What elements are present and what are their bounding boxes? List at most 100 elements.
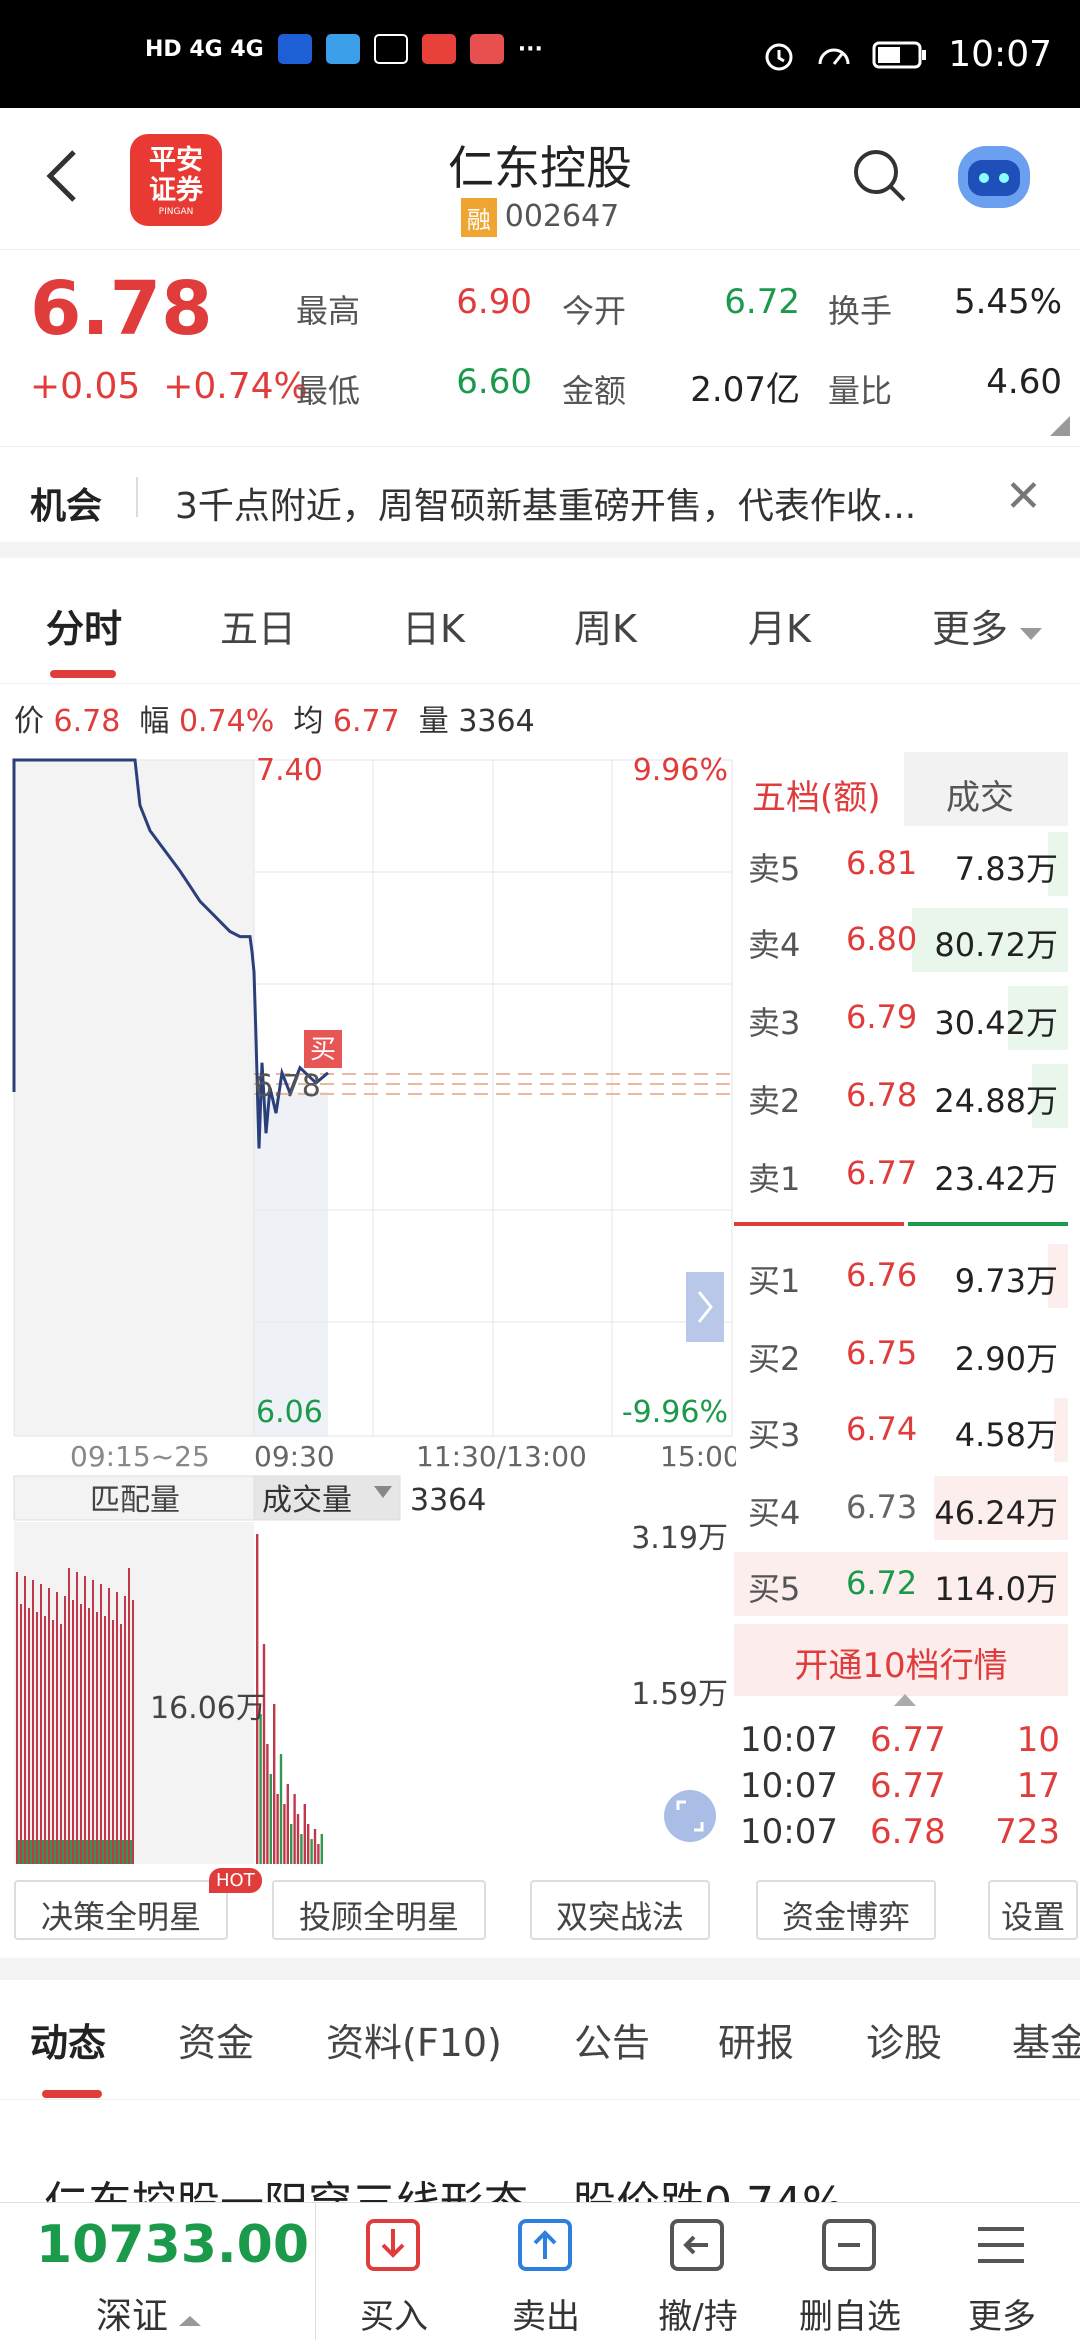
tab-trades[interactable]: 成交 [946, 770, 1014, 819]
more-button[interactable]: 更多 [926, 2203, 1078, 2340]
index-value: 10733.00 [36, 2215, 310, 2275]
tab-capital[interactable]: 资金 [178, 2012, 254, 2067]
open-10-levels-button[interactable]: 开通10档行情 [734, 1624, 1068, 1696]
tab-intraday[interactable]: 分时 [46, 598, 122, 653]
volume-bar [286, 1784, 289, 1864]
bid-price: 6.76 [846, 1256, 918, 1294]
robot-assistant-icon[interactable] [958, 146, 1030, 208]
chip-advisor-stars[interactable]: 投顾全明星 [272, 1880, 486, 1940]
close-icon[interactable]: ✕ [1005, 471, 1042, 522]
speed-icon [818, 48, 850, 65]
amount-value: 2.07亿 [690, 370, 800, 410]
tab-five-day[interactable]: 五日 [220, 598, 296, 653]
match-volume-bar-small [46, 1840, 48, 1864]
ask-row[interactable]: 卖1 6.77 23.42万 [734, 1136, 1068, 1212]
chip-double-breakout[interactable]: 双突战法 [530, 1880, 710, 1940]
bid-row[interactable]: 买5 6.72 114.0万 [734, 1546, 1068, 1622]
match-volume-bar [64, 1596, 66, 1864]
match-volume-bar-small [50, 1840, 52, 1864]
sell-button[interactable]: 卖出 [470, 2203, 622, 2340]
ask-price: 6.77 [846, 1154, 918, 1192]
buy-icon [366, 2219, 420, 2271]
tab-monthly-k[interactable]: 月K [748, 598, 811, 653]
tab-updates[interactable]: 动态 [30, 2012, 106, 2067]
tab-five-levels[interactable]: 五档(额) [752, 770, 881, 819]
expand-panel-button[interactable] [686, 1272, 724, 1342]
tick-row: 10:07 6.77 17 [740, 1766, 1060, 1810]
opportunity-banner[interactable]: 机会 3千点附近，周智硕新基重磅开售，代表作收... ✕ [0, 446, 1080, 558]
index-widget[interactable]: 10733.00 深证 [0, 2203, 316, 2340]
search-icon[interactable] [852, 148, 908, 208]
pct-min-label: -9.96% [622, 1395, 728, 1430]
ask-amount: 80.72万 [934, 926, 1058, 964]
bid-row[interactable]: 买1 6.76 9.73万 [734, 1238, 1068, 1314]
match-volume-bar [72, 1600, 74, 1864]
chip-decision-stars[interactable]: 决策全明星 HOT [14, 1868, 262, 1940]
chip-capital-game[interactable]: 资金博弈 [756, 1880, 936, 1940]
volume-bar [283, 1804, 286, 1864]
tab-funds[interactable]: 基金 [1012, 2012, 1080, 2067]
match-volume-bar [104, 1616, 106, 1864]
tab-research[interactable]: 研报 [718, 2012, 794, 2067]
bottom-toolbar: 10733.00 深证 买入 卖出 撤/持 删自选 更多 [0, 2202, 1080, 2340]
cancel-hold-label: 撤/持 [658, 2297, 738, 2337]
match-volume-bar [36, 1612, 38, 1864]
fullscreen-button[interactable] [664, 1790, 716, 1842]
ask-row[interactable]: 卖2 6.78 24.88万 [734, 1058, 1068, 1134]
status-bar: HD 4G 4G ··· 10:07 [0, 0, 1080, 108]
match-volume-bar [116, 1592, 118, 1864]
tab-announcements[interactable]: 公告 [574, 2012, 650, 2067]
tab-more-label: 更多 [932, 607, 1009, 651]
match-volume-bar [24, 1576, 26, 1864]
volume-bar [279, 1754, 283, 1864]
tab-weekly-k[interactable]: 周K [574, 598, 637, 653]
x-label-close: 15:00 [660, 1440, 736, 1473]
tab-more[interactable]: 更多 [932, 598, 1043, 653]
bid-row[interactable]: 买3 6.74 4.58万 [734, 1392, 1068, 1468]
expand-corner-icon[interactable] [1050, 416, 1070, 436]
bid-row[interactable]: 买2 6.75 2.90万 [734, 1316, 1068, 1392]
match-volume-bar-small [110, 1840, 112, 1864]
high-label: 最高 [296, 292, 361, 330]
bid-amount: 114.0万 [934, 1570, 1058, 1608]
bid-row[interactable]: 买4 6.73 46.24万 [734, 1470, 1068, 1546]
volume-bar [313, 1829, 317, 1864]
tab-profile-f10[interactable]: 资料(F10) [326, 2012, 502, 2067]
match-volume-bar [92, 1580, 94, 1864]
ask-row[interactable]: 卖4 6.80 80.72万 [734, 902, 1068, 978]
ask-row[interactable]: 卖3 6.79 30.42万 [734, 980, 1068, 1056]
section-gap [0, 1958, 1080, 1980]
match-volume-bar-small [54, 1840, 56, 1864]
match-volume-bar-small [42, 1840, 44, 1864]
match-volume-bar [84, 1576, 86, 1864]
match-volume-bar-small [34, 1840, 36, 1864]
tab-daily-k[interactable]: 日K [402, 598, 465, 653]
open-label: 今开 [562, 292, 627, 330]
match-volume-bar-small [70, 1840, 72, 1864]
match-volume-bar-small [74, 1840, 76, 1864]
ask-row[interactable]: 卖5 6.81 7.83万 [734, 826, 1068, 902]
cancel-hold-icon [670, 2219, 724, 2271]
stock-header: 平安 证券 PINGAN 仁东控股 融 002647 [0, 108, 1080, 250]
ask-price: 6.80 [846, 920, 918, 958]
pct-max-label: 9.96% [633, 753, 728, 788]
match-volume-bar [76, 1572, 78, 1864]
tab-diagnose[interactable]: 诊股 [866, 2012, 942, 2067]
tick-row: 10:07 6.78 723 [740, 1812, 1060, 1856]
intraday-chart[interactable]: 7.40 9.96% 6.06 -9.96% 6.78 买 09:15~25 0… [0, 752, 741, 1870]
remove-watchlist-button[interactable]: 删自选 [774, 2203, 926, 2340]
buy-button[interactable]: 买入 [318, 2203, 470, 2340]
chip-settings[interactable]: 设置 [988, 1880, 1078, 1940]
order-book-tabs: 五档(额) 成交 [734, 752, 1068, 826]
sell-label: 卖出 [512, 2297, 580, 2337]
cancel-hold-button[interactable]: 撤/持 [622, 2203, 774, 2340]
match-volume-bar [60, 1624, 62, 1864]
cart-notification-icon [373, 34, 408, 64]
ask-divider [734, 1222, 904, 1226]
tab-underline [50, 670, 116, 678]
news-headline[interactable]: 仁东控股一阳穿三线形态，股价跌0.74% [44, 2158, 1044, 2202]
info-amp-label: 幅 [139, 704, 170, 739]
tick-time: 10:07 [740, 1720, 838, 1760]
bid-price: 6.75 [846, 1334, 918, 1372]
match-volume-bar-small [130, 1840, 132, 1864]
